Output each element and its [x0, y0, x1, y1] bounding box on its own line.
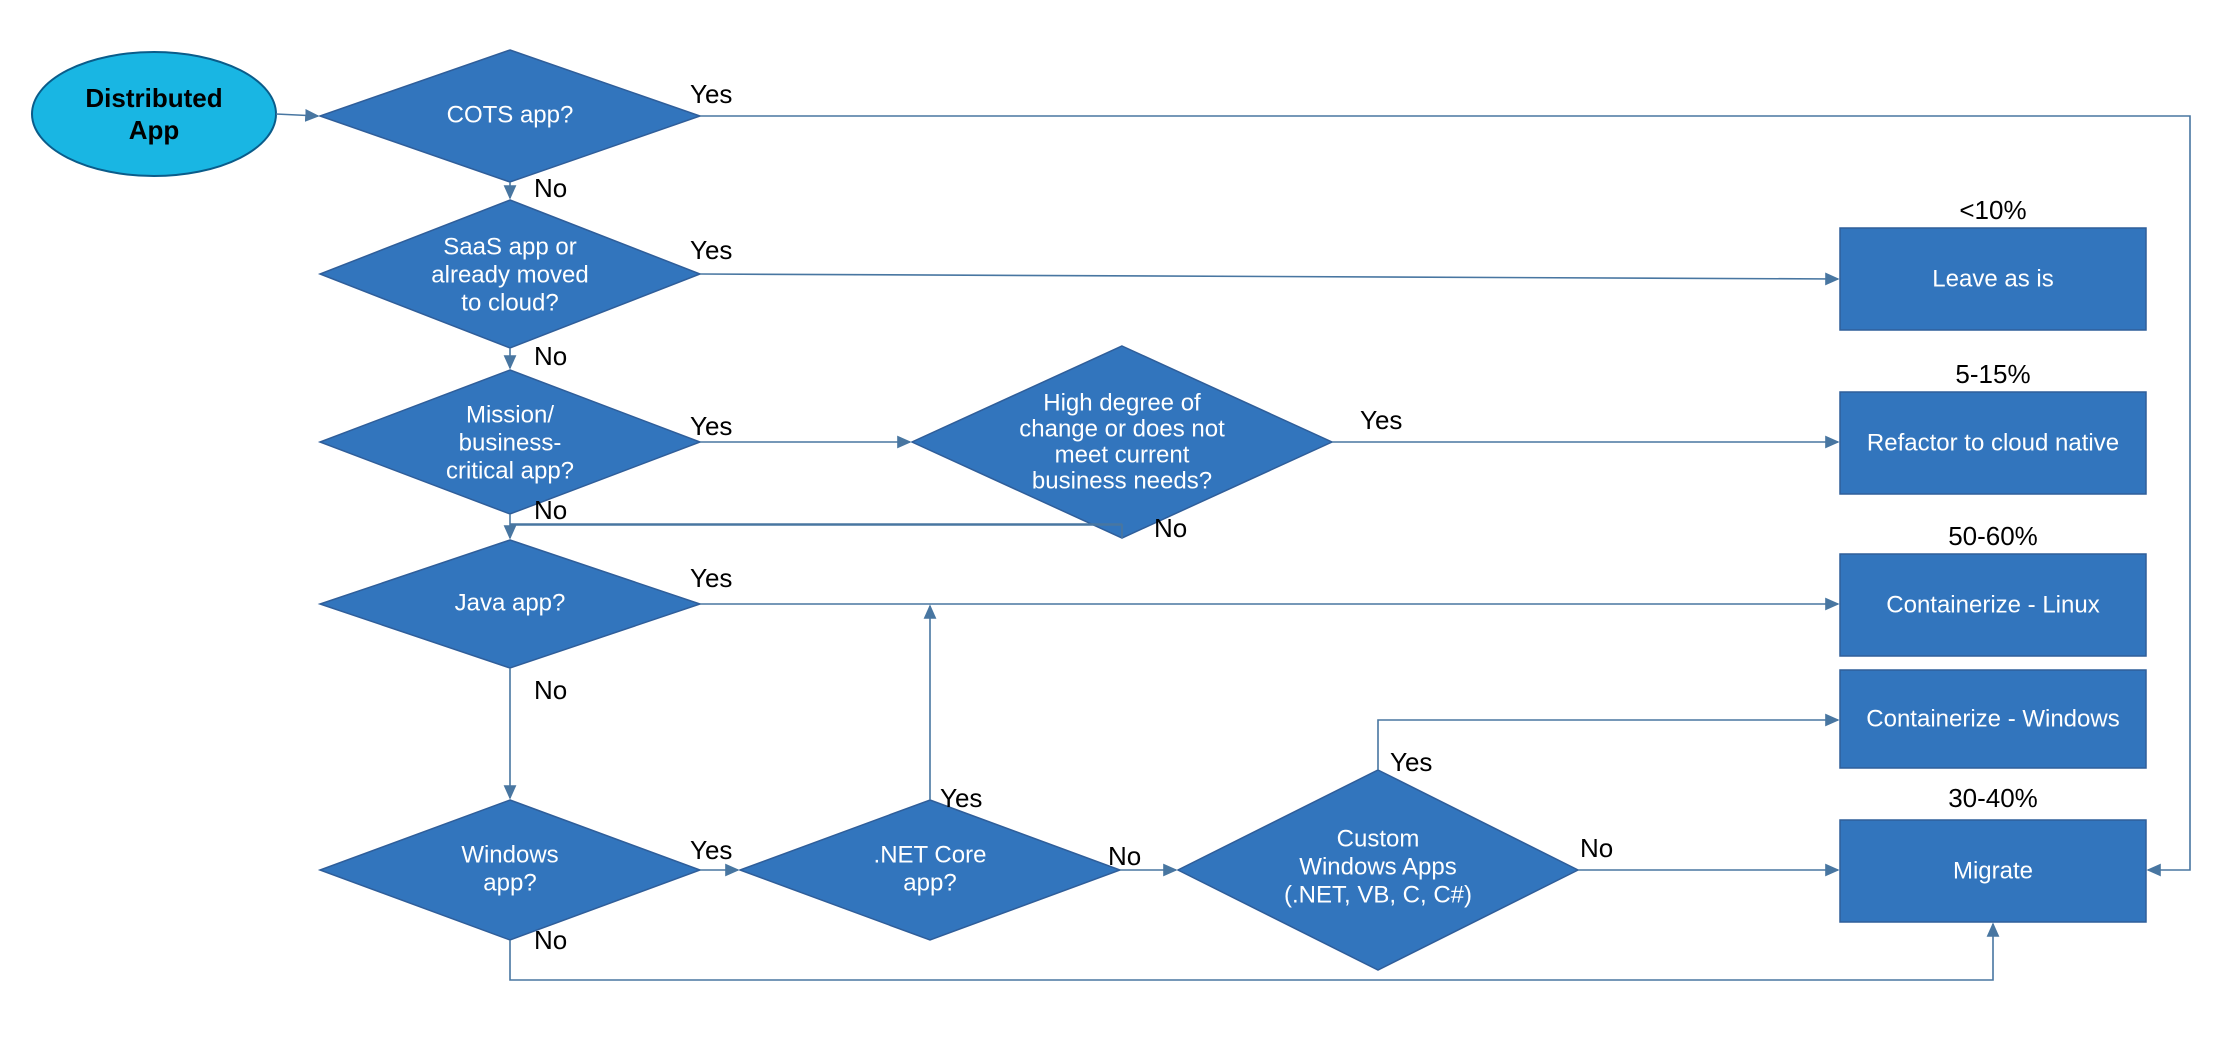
- hc-text-4: business needs?: [1032, 467, 1212, 494]
- cots-text: COTS app?: [447, 101, 574, 128]
- lbl-saas-yes: Yes: [690, 235, 732, 265]
- saas-text-1: SaaS app or: [443, 233, 576, 260]
- mission-text-3: critical app?: [446, 457, 574, 484]
- pct-migrate: 30-40%: [1948, 783, 2038, 813]
- saas-text-3: to cloud?: [461, 289, 558, 316]
- contlinux-text: Containerize - Linux: [1886, 591, 2099, 618]
- start-text-2: App: [129, 115, 180, 145]
- start-text-1: Distributed: [85, 83, 222, 113]
- lbl-net-no: No: [1108, 841, 1141, 871]
- cw-text-3: (.NET, VB, C, C#): [1284, 881, 1472, 908]
- pct-contlinux: 50-60%: [1948, 521, 2038, 551]
- lbl-mission-yes: Yes: [690, 411, 732, 441]
- migrate-text: Migrate: [1953, 857, 2033, 884]
- lbl-cw-yes: Yes: [1390, 747, 1432, 777]
- leave-text: Leave as is: [1932, 265, 2053, 292]
- lbl-cots-no: No: [534, 173, 567, 203]
- saas-text-2: already moved: [431, 261, 588, 288]
- lbl-cots-yes: Yes: [690, 79, 732, 109]
- conn-cw-yes: [1378, 720, 1838, 770]
- hc-text-1: High degree of: [1043, 389, 1201, 416]
- lbl-mission-no: No: [534, 495, 567, 525]
- lbl-hc-yes: Yes: [1360, 405, 1402, 435]
- cw-text-2: Windows Apps: [1299, 853, 1456, 880]
- cw-text-1: Custom: [1337, 825, 1420, 852]
- win-text-2: app?: [483, 869, 536, 896]
- lbl-saas-no: No: [534, 341, 567, 371]
- lbl-win-yes: Yes: [690, 835, 732, 865]
- conn-start-cots: [276, 114, 318, 116]
- lbl-cw-no: No: [1580, 833, 1613, 863]
- conn-saas-yes: [700, 274, 1838, 279]
- conn-win-no: [510, 924, 1993, 980]
- net-text-1: .NET Core: [874, 841, 987, 868]
- mission-text-1: Mission/: [466, 401, 554, 428]
- lbl-net-yes: Yes: [940, 783, 982, 813]
- hc-text-2: change or does not: [1019, 415, 1225, 442]
- mission-text-2: business-: [459, 429, 562, 456]
- lbl-java-yes: Yes: [690, 563, 732, 593]
- pct-leave: <10%: [1959, 195, 2026, 225]
- contwin-text: Containerize - Windows: [1866, 705, 2119, 732]
- refactor-text: Refactor to cloud native: [1867, 429, 2119, 456]
- pct-refactor: 5-15%: [1955, 359, 2030, 389]
- hc-text-3: meet current: [1055, 441, 1190, 468]
- win-text-1: Windows: [461, 841, 558, 868]
- lbl-hc-no: No: [1154, 513, 1187, 543]
- conn-hc-no: [510, 525, 1122, 538]
- lbl-java-no: No: [534, 675, 567, 705]
- net-text-2: app?: [903, 869, 956, 896]
- lbl-win-no: No: [534, 925, 567, 955]
- java-text: Java app?: [455, 589, 566, 616]
